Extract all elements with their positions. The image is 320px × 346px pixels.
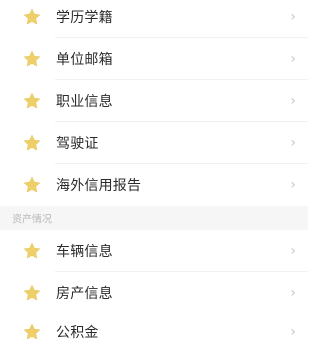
item-label: 公积金 bbox=[56, 325, 99, 341]
list-item-vehicle[interactable]: 车辆信息 › bbox=[0, 230, 308, 272]
star-icon bbox=[22, 133, 42, 153]
item-label: 驾驶证 bbox=[56, 136, 99, 152]
item-label: 单位邮箱 bbox=[56, 52, 113, 68]
chevron-right-icon: › bbox=[290, 243, 296, 259]
chevron-right-icon: › bbox=[290, 324, 296, 340]
list-item-education[interactable]: 学历学籍 › bbox=[0, 0, 308, 38]
chevron-right-icon: › bbox=[290, 135, 296, 151]
chevron-right-icon: › bbox=[290, 285, 296, 301]
chevron-right-icon: › bbox=[290, 51, 296, 67]
list-item-housing-fund[interactable]: 公积金 › bbox=[0, 311, 308, 346]
item-label: 海外信用报告 bbox=[56, 178, 142, 194]
assets-info-list: 学历学籍 › 单位邮箱 › 职业信息 › 驾驶证 › 海外信用报告 › 资产情况 bbox=[0, 0, 308, 346]
star-icon bbox=[22, 91, 42, 111]
list-item-property[interactable]: 房产信息 › bbox=[0, 272, 308, 314]
star-icon bbox=[22, 175, 42, 195]
star-icon bbox=[22, 322, 42, 342]
section-title: 资产情况 bbox=[12, 214, 52, 226]
list-item-occupation[interactable]: 职业信息 › bbox=[0, 80, 308, 122]
star-icon bbox=[22, 241, 42, 261]
star-icon bbox=[22, 7, 42, 27]
chevron-right-icon: › bbox=[290, 177, 296, 193]
item-label: 房产信息 bbox=[56, 286, 113, 302]
star-icon bbox=[22, 49, 42, 69]
list-item-overseas-credit[interactable]: 海外信用报告 › bbox=[0, 164, 308, 206]
list-item-drivers-license[interactable]: 驾驶证 › bbox=[0, 122, 308, 164]
section-header-assets: 资产情况 bbox=[0, 206, 308, 230]
item-label: 车辆信息 bbox=[56, 244, 113, 260]
chevron-right-icon: › bbox=[290, 9, 296, 25]
item-label: 学历学籍 bbox=[56, 10, 113, 26]
chevron-right-icon: › bbox=[290, 93, 296, 109]
star-icon bbox=[22, 283, 42, 303]
list-item-work-email[interactable]: 单位邮箱 › bbox=[0, 38, 308, 80]
item-label: 职业信息 bbox=[56, 94, 113, 110]
